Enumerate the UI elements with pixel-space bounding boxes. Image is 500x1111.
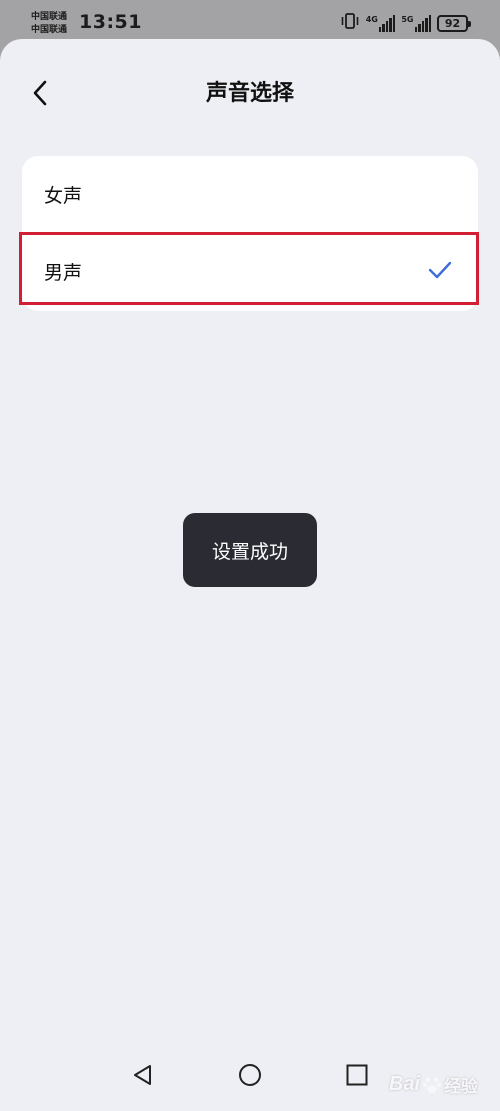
vibrate-icon (340, 13, 360, 33)
nav-back-button[interactable] (131, 1063, 155, 1091)
main-sheet: 声音选择 女声 男声 设置成功 Bai 经验 (0, 39, 500, 1111)
option-female-voice[interactable]: 女声 (22, 156, 478, 233)
signal-5g-icon: 5G (401, 14, 431, 32)
carrier-1: 中国联通 (31, 12, 68, 22)
circle-home-icon (239, 1064, 261, 1086)
clock: 13:51 (79, 11, 142, 33)
option-male-voice[interactable]: 男声 (22, 233, 478, 310)
battery-icon: 92 (437, 14, 471, 32)
nav-home-button[interactable] (238, 1063, 262, 1091)
network-2-label: 5G (401, 14, 414, 24)
page-title: 声音选择 (205, 81, 294, 106)
paw-icon (422, 1077, 442, 1093)
network-1-label: 4G (365, 14, 378, 24)
battery-level: 92 (444, 16, 461, 30)
watermark: Bai 经验 (389, 1072, 478, 1097)
voice-options-card: 女声 男声 (19, 156, 479, 311)
toast-message: 设置成功 (183, 513, 317, 587)
watermark-text-2: 经验 (444, 1077, 478, 1096)
carrier-2: 中国联通 (31, 25, 68, 35)
watermark-text: Bai (388, 1073, 420, 1095)
carrier-names: 中国联通 中国联通 (31, 11, 67, 37)
status-icons: 4G 5G 92 (340, 13, 471, 33)
option-label: 女声 (44, 185, 83, 207)
square-recents-icon (346, 1064, 368, 1086)
triangle-back-icon (134, 1065, 151, 1085)
status-bar: 中国联通 中国联通 13:51 4G 5G 92 (0, 0, 500, 42)
signal-4g-icon: 4G (365, 14, 396, 32)
nav-recents-button[interactable] (345, 1063, 369, 1091)
navigation-bar: Bai 经验 (0, 1041, 500, 1111)
check-icon (428, 261, 452, 279)
option-label: 男声 (44, 262, 83, 284)
